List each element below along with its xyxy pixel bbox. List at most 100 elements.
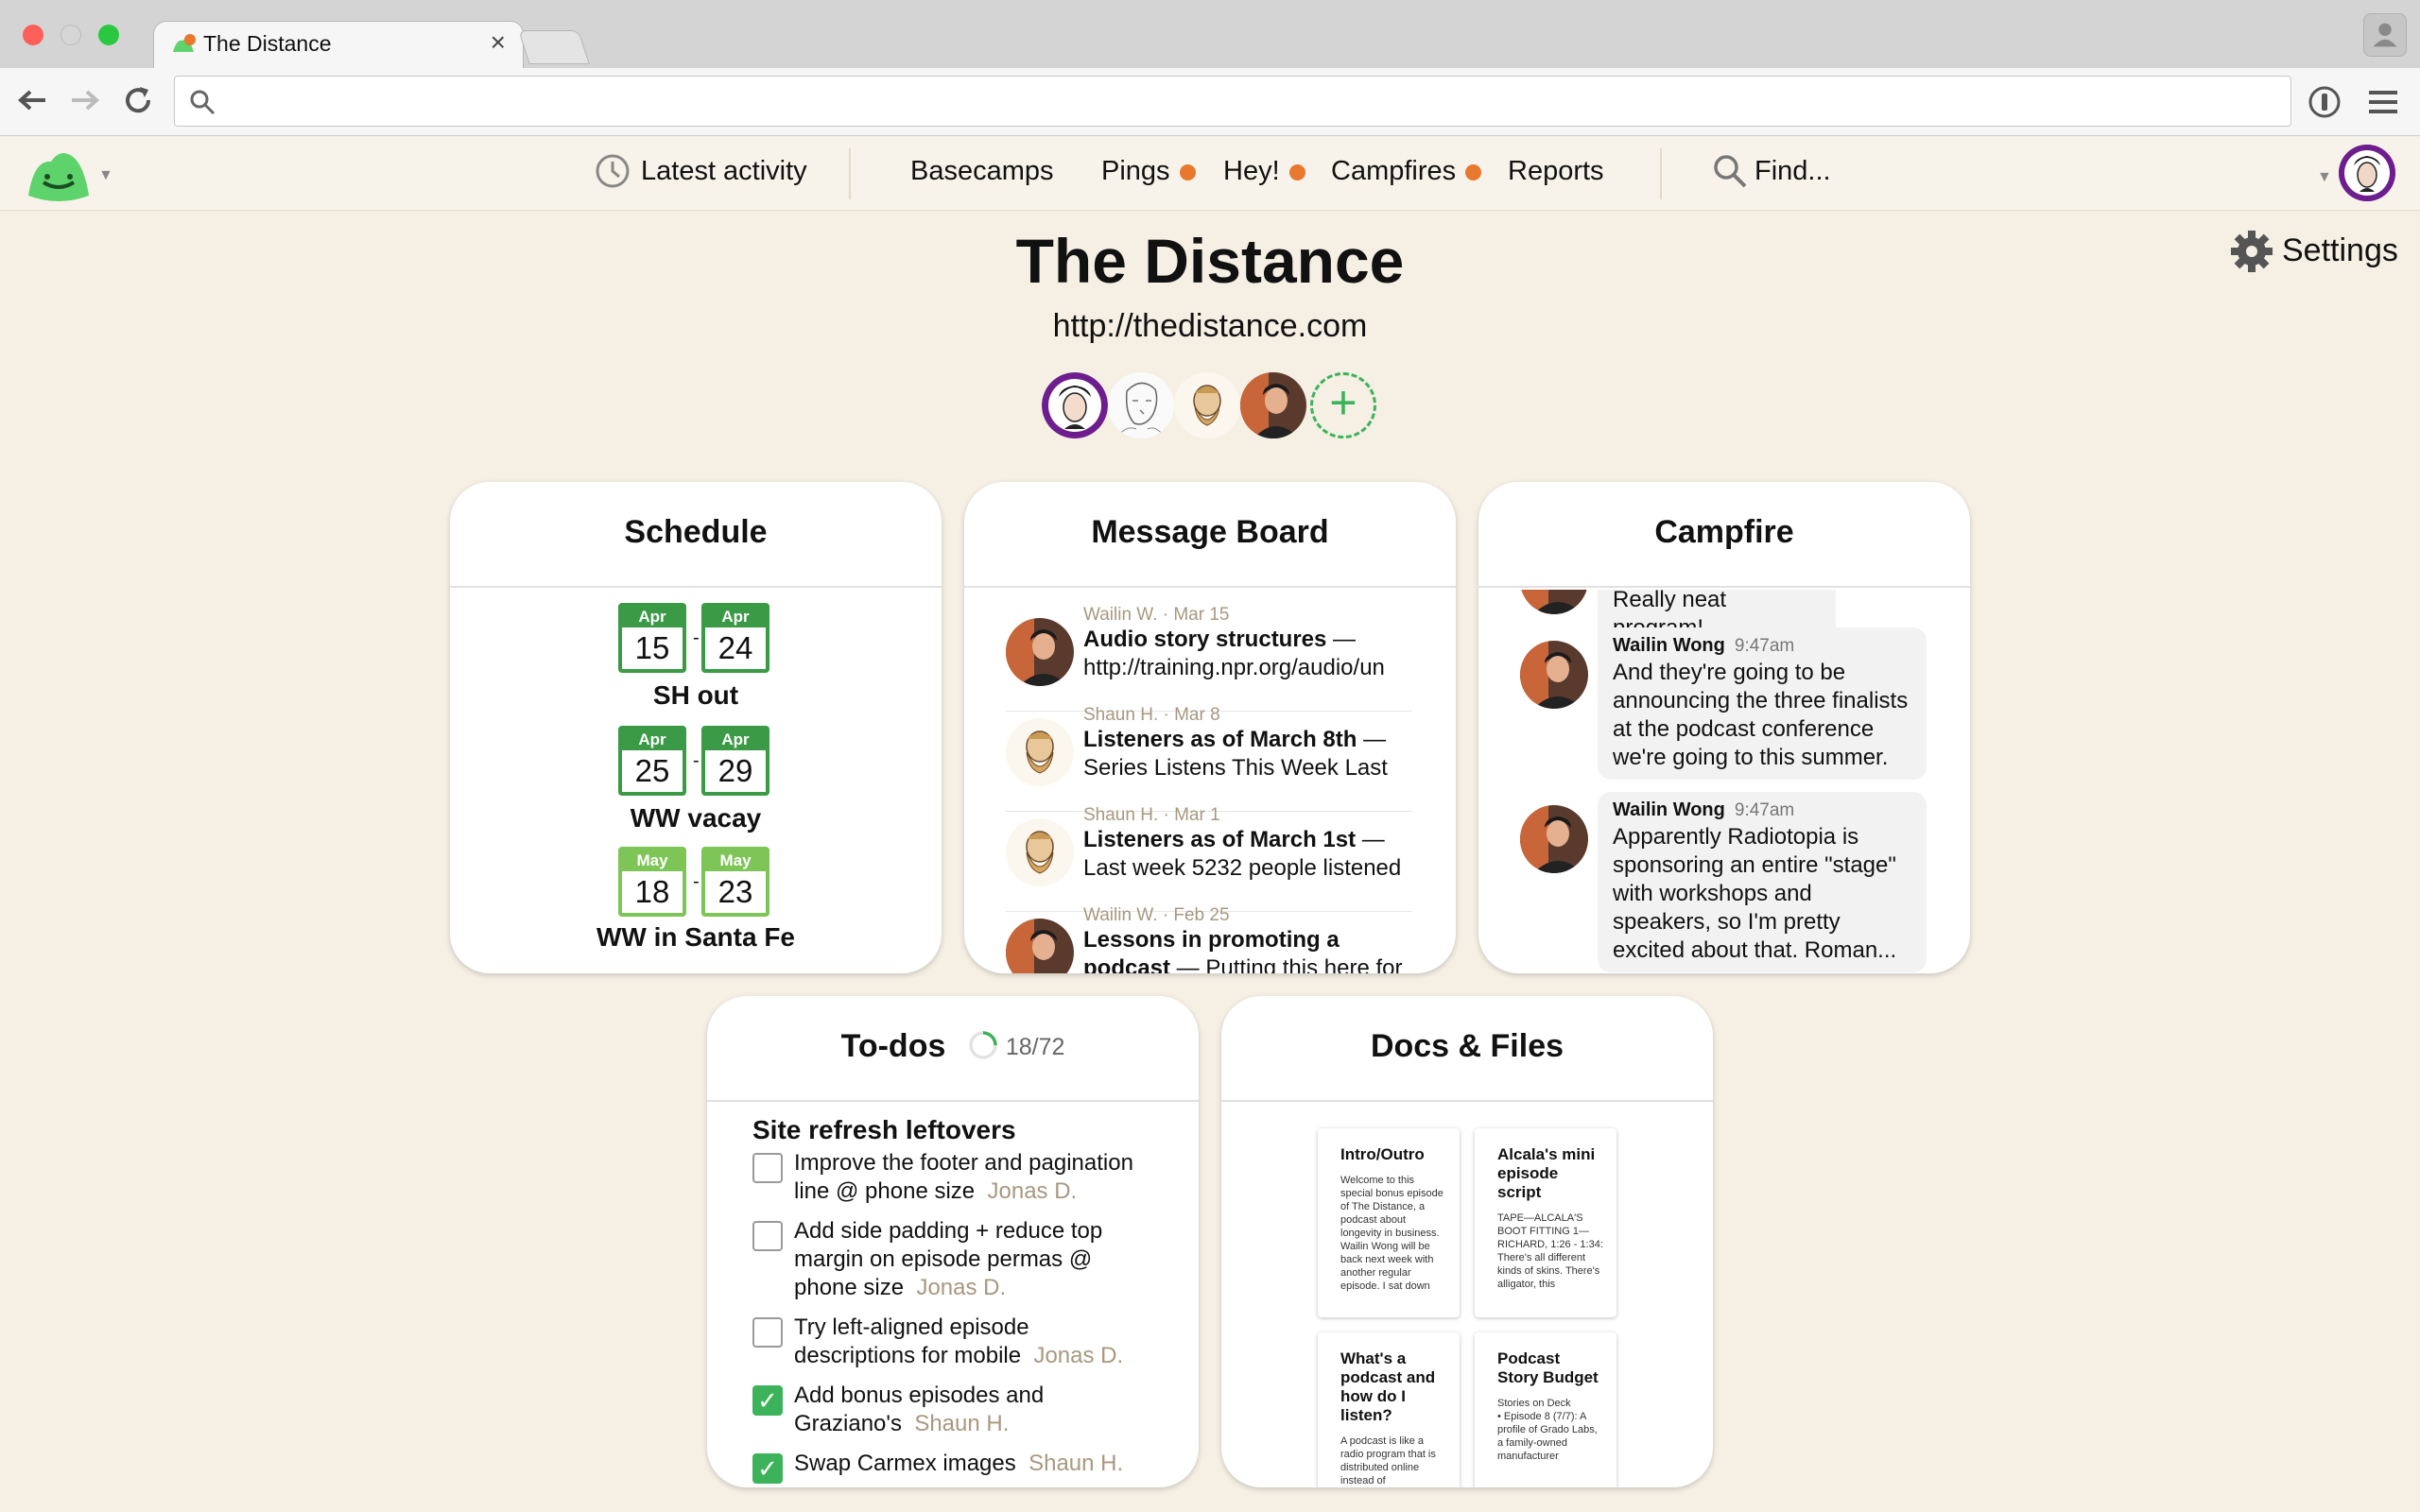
nav-find[interactable]: Find... [1754, 156, 1831, 187]
docs-title[interactable]: Docs & Files [1371, 1028, 1564, 1065]
date-day: 23 [717, 874, 753, 909]
todos-title[interactable]: To-dos [841, 1028, 946, 1064]
date-month: May [705, 850, 766, 871]
event-name[interactable]: WW in Santa Fe [450, 922, 942, 953]
avatar-portrait-icon [2339, 145, 2395, 201]
todos-header: To-dos 18/72 [707, 996, 1199, 1102]
message-item[interactable]: Wailin W. · Feb 25 Lessons in promoting … [1006, 905, 1412, 973]
back-arrow-icon[interactable] [13, 81, 51, 119]
person-avatar[interactable] [1174, 372, 1240, 438]
close-window-button[interactable] [23, 25, 43, 45]
password-manager-icon[interactable] [2308, 85, 2342, 119]
event-name[interactable]: SH out [450, 680, 942, 711]
browser-menu-icon[interactable] [2369, 89, 2397, 115]
nav-hey[interactable]: Hey! [1223, 156, 1305, 187]
event-start-date: Apr 15 [618, 603, 686, 673]
browser-tab-strip: The Distance × [0, 0, 2420, 68]
date-month: Apr [705, 607, 766, 627]
message-separator: — [1356, 827, 1385, 852]
todo-text-wrap[interactable]: Add bonus episodes and Graziano's Shaun … [794, 1382, 1150, 1438]
avatar-illustration-icon [1006, 818, 1074, 886]
message-item[interactable]: Shaun H. · Mar 8 Listeners as of March 8… [1006, 705, 1412, 805]
basecamp-favicon-icon [173, 34, 196, 52]
browser-profile-button[interactable] [2363, 13, 2407, 57]
avatar-photo-icon [1520, 590, 1588, 614]
person-avatar[interactable] [1240, 372, 1306, 438]
my-avatar[interactable] [2339, 145, 2395, 201]
new-tab-button[interactable] [518, 30, 590, 64]
message-board-title[interactable]: Message Board [1091, 514, 1328, 551]
forward-arrow-icon[interactable] [66, 81, 104, 119]
todolist-title[interactable]: Site refresh leftovers [752, 1115, 1016, 1145]
document-title: Alcala's mini episode script [1497, 1145, 1596, 1201]
todo-text-wrap[interactable]: Improve the footer and pagination line @… [794, 1149, 1150, 1206]
clock-icon [596, 154, 630, 188]
todo-assignee: Jonas D. [987, 1178, 1078, 1204]
document-title: What's a podcast and how do I listen? [1340, 1349, 1436, 1424]
message-title-line: Listeners as of March 1st — [1083, 826, 1412, 854]
todo-checkbox[interactable] [752, 1153, 783, 1183]
tab-close-icon[interactable]: × [491, 27, 506, 58]
person-avatar[interactable] [1108, 372, 1174, 438]
todo-text-wrap[interactable]: Swap Carmex images Shaun H. [794, 1450, 1150, 1478]
todo-checkbox[interactable] [752, 1221, 783, 1251]
todo-assignee: Jonas D. [916, 1275, 1007, 1300]
document-excerpt: Welcome to this special bonus episode of… [1340, 1175, 1443, 1292]
date-month: May [622, 850, 683, 871]
todo-checkbox-checked[interactable]: ✓ [752, 1453, 783, 1484]
home-menu-caret-icon[interactable]: ▼ [98, 167, 113, 184]
nav-basecamps[interactable]: Basecamps [910, 156, 1054, 187]
campfire-title[interactable]: Campfire [1654, 514, 1793, 551]
nav-latest-activity[interactable]: Latest activity [641, 156, 807, 187]
todos-body: Site refresh leftovers Improve the foote… [707, 1104, 1199, 1487]
message-meta: Shaun H. · Mar 8 [1083, 705, 1220, 725]
app-navigation-bar: ▼ Latest activity Basecamps Pings Hey! C… [0, 137, 2420, 211]
document-excerpt: TAPE—ALCALA'S BOOT FITTING 1—RICHARD, 1:… [1497, 1212, 1603, 1290]
schedule-title[interactable]: Schedule [624, 514, 767, 551]
todo-text-wrap[interactable]: Try left-aligned episode descriptions fo… [794, 1314, 1150, 1370]
date-day: 25 [634, 753, 670, 788]
account-menu-caret-icon[interactable]: ▼ [2317, 169, 2332, 186]
browser-tab[interactable]: The Distance × [153, 21, 524, 68]
event-name[interactable]: WW vacay [450, 803, 942, 833]
document-thumbnail[interactable]: Podcast Story Budget Stories on Deck • E… [1475, 1332, 1616, 1487]
project-url[interactable]: http://thedistance.com [0, 308, 2420, 345]
document-thumbnail[interactable]: Intro/Outro Welcome to this special bonu… [1318, 1128, 1460, 1317]
todo-checkbox[interactable] [752, 1317, 783, 1348]
todo-text: Swap Carmex images [794, 1451, 1016, 1476]
campfire-card[interactable]: Campfire Really neat program! Wailin Won… [1478, 482, 1970, 973]
schedule-card[interactable]: Schedule Apr 15 - Apr 24 SH out Apr 25 -… [450, 482, 942, 973]
docs-files-card[interactable]: Docs & Files Intro/Outro Welcome to this… [1221, 996, 1713, 1487]
campfire-body: Really neat program! Wailin Wong9:47am A… [1478, 590, 1970, 973]
todo-text-wrap[interactable]: Add side padding + reduce top margin on … [794, 1217, 1150, 1302]
avatar-sketch-icon [1108, 372, 1174, 438]
zoom-window-button[interactable] [98, 25, 119, 45]
campfire-line[interactable]: Wailin Wong 9:47am Apparently Radiotopia … [1598, 792, 1927, 972]
tab-title: The Distance [203, 31, 332, 56]
search-icon [1714, 155, 1747, 188]
message-item[interactable]: Wailin W. · Mar 15 Audio story structure… [1006, 605, 1412, 705]
avatar [1520, 641, 1588, 709]
message-board-card[interactable]: Message Board Wailin W. · Mar 15 Audio s… [964, 482, 1456, 973]
nav-pings[interactable]: Pings [1101, 156, 1196, 187]
schedule-header: Schedule [450, 482, 942, 588]
document-thumbnail[interactable]: Alcala's mini episode script TAPE—ALCALA… [1475, 1128, 1616, 1317]
todos-card[interactable]: To-dos 18/72 Site refresh leftovers Impr… [707, 996, 1199, 1487]
nav-campfires[interactable]: Campfires [1331, 156, 1482, 187]
add-people-button[interactable]: + [1310, 372, 1376, 438]
document-title: Intro/Outro [1340, 1145, 1425, 1163]
campfire-time: 9:47am [1734, 636, 1795, 656]
message-meta: Shaun H. · Mar 1 [1083, 805, 1220, 825]
address-bar[interactable] [174, 76, 2291, 127]
nav-reports[interactable]: Reports [1508, 156, 1604, 187]
campfire-line[interactable]: Wailin Wong 9:47am And they're going to b… [1598, 627, 1927, 780]
basecamp-logo-icon[interactable] [25, 146, 93, 203]
minimize-window-button[interactable] [60, 25, 81, 45]
reload-icon[interactable] [119, 81, 157, 119]
person-avatar[interactable] [1042, 372, 1108, 438]
message-title: Listeners as of March 8th [1083, 727, 1357, 752]
document-thumbnail[interactable]: What's a podcast and how do I listen? A … [1318, 1332, 1460, 1487]
todo-checkbox-checked[interactable]: ✓ [752, 1385, 783, 1416]
docs-body: Intro/Outro Welcome to this special bonu… [1221, 1104, 1713, 1487]
message-item[interactable]: Shaun H. · Mar 1 Listeners as of March 1… [1006, 805, 1412, 905]
